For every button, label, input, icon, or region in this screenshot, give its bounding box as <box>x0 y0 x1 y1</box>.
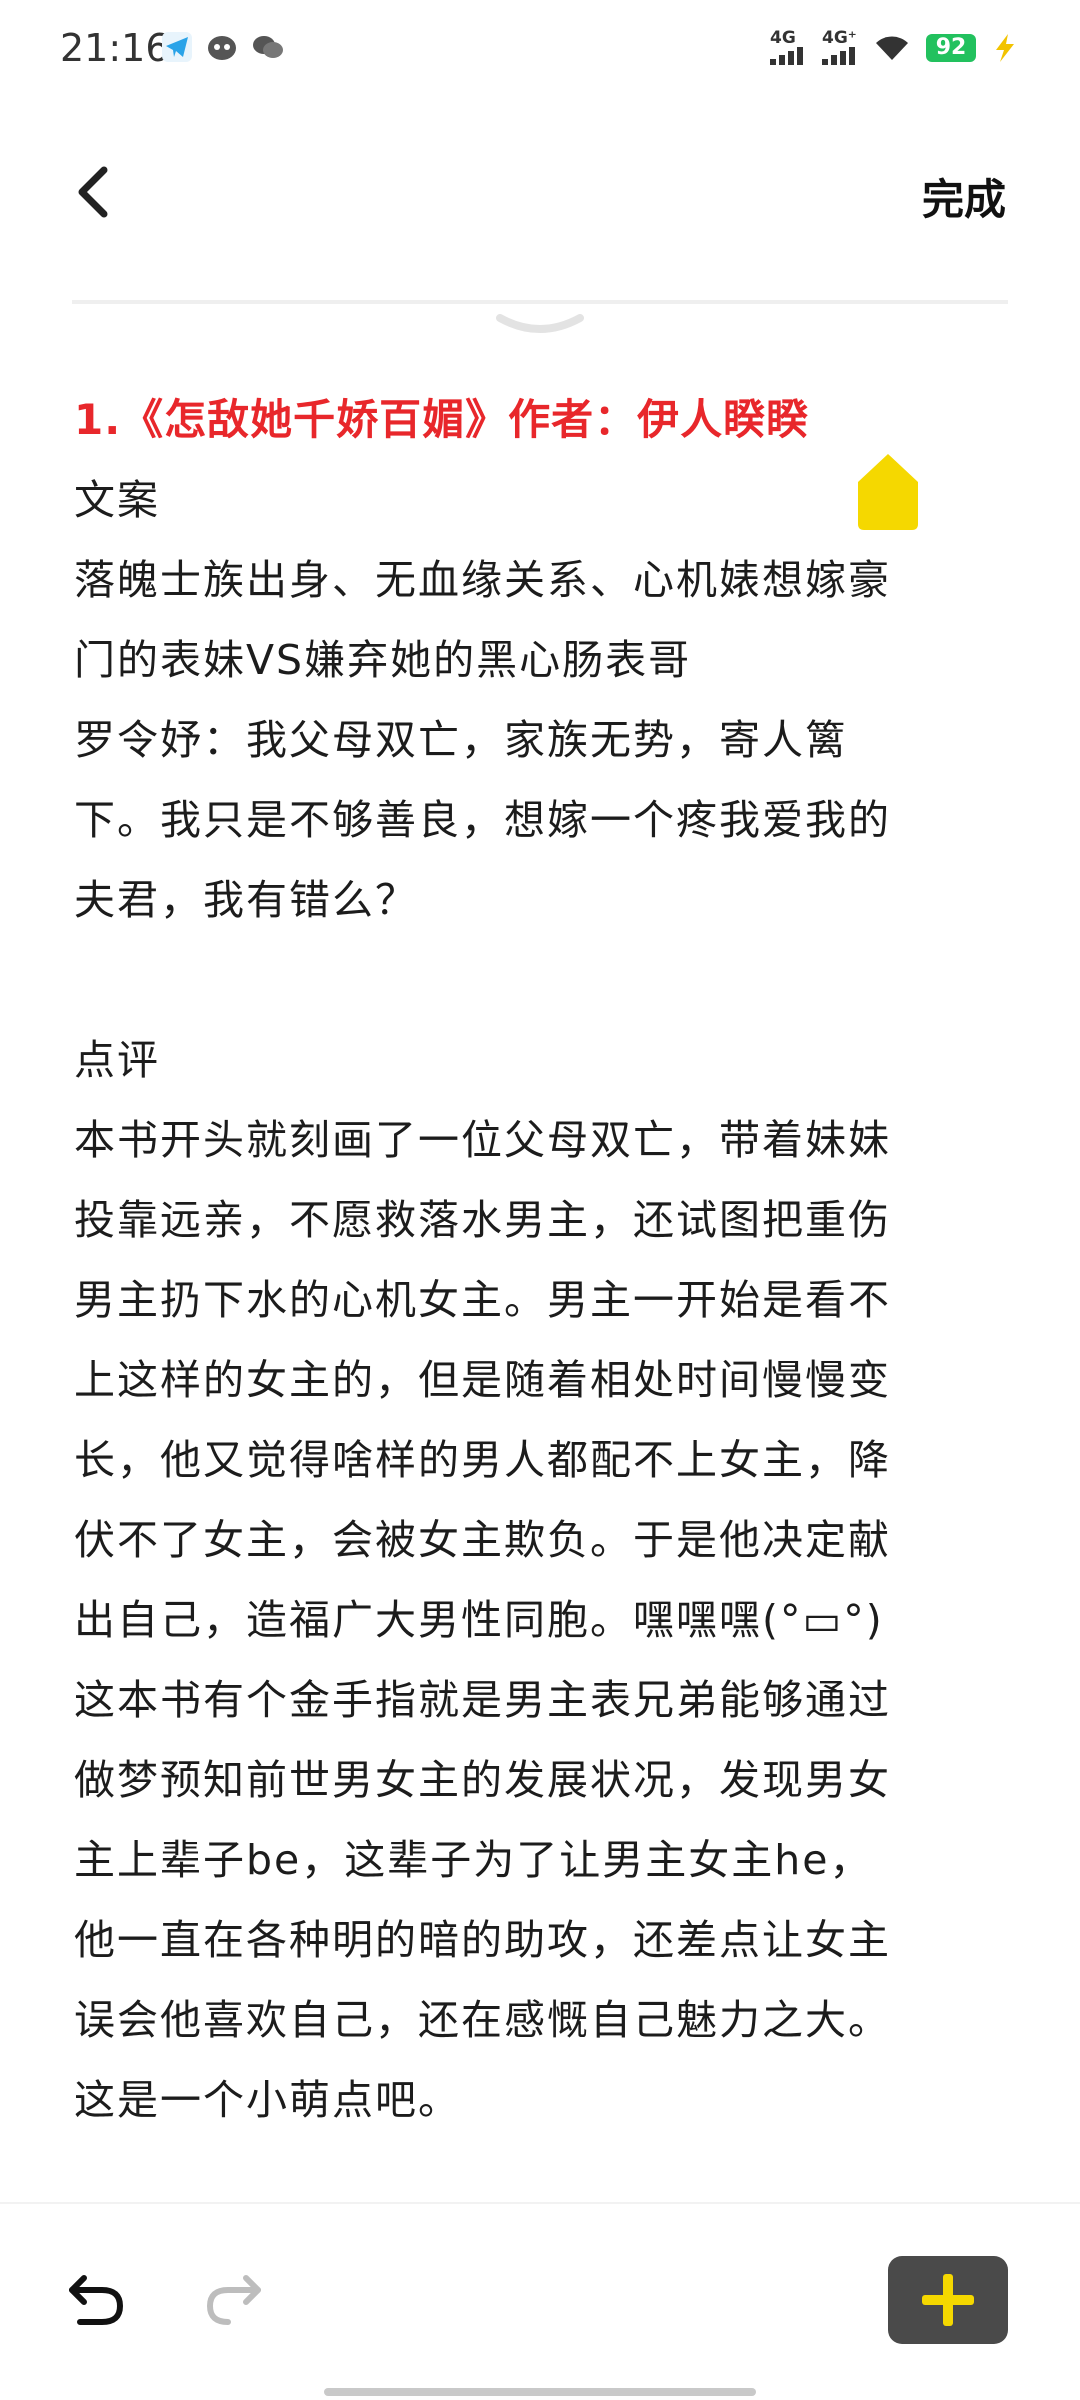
note-line[interactable]: 主上辈子be，这辈子为了让男主女主he， <box>74 1820 1014 1900</box>
note-line[interactable]: 出自己，造福广大男性同胞。嘿嘿嘿(°▭°) <box>74 1580 1014 1660</box>
note-line[interactable]: 罗令妤：我父母双亡，家族无势，寄人篱 <box>74 700 1014 780</box>
signal-icon: 4G⁺ <box>822 30 858 65</box>
cursor-handle-icon[interactable] <box>856 452 920 532</box>
note-line[interactable]: 做梦预知前世男女主的发展状况，发现男女 <box>74 1740 1014 1820</box>
header-bar: 完成 <box>0 140 1080 250</box>
wifi-icon <box>876 36 908 60</box>
home-indicator[interactable] <box>324 2388 756 2396</box>
signal-icon: 4G <box>770 30 806 65</box>
note-line[interactable]: 伏不了女主，会被女主欺负。于是他决定献 <box>74 1500 1014 1580</box>
chevron-left-icon[interactable] <box>68 162 118 222</box>
add-button[interactable] <box>888 2256 1008 2344</box>
note-line[interactable]: 门的表妹VS嫌弃她的黑心肠表哥 <box>74 620 1014 700</box>
status-system-icons: 4G 4G⁺ 92 <box>770 30 1018 65</box>
note-line[interactable]: 下。我只是不够善良，想嫁一个疼我爱我的 <box>74 780 1014 860</box>
note-line[interactable]: 上这样的女主的，但是随着相处时间慢慢变 <box>74 1340 1014 1420</box>
done-button[interactable]: 完成 <box>922 166 1006 227</box>
toolbar-divider <box>0 2202 1080 2204</box>
status-time: 21:16 <box>60 26 170 70</box>
wechat-icon <box>253 36 283 58</box>
status-bar: 21:16 4G 4G⁺ 92 <box>0 0 1080 100</box>
note-line[interactable]: 长，他又觉得啥样的男人都配不上女主，降 <box>74 1420 1014 1500</box>
note-line[interactable]: 他一直在各种明的暗的助攻，还差点让女主 <box>74 1900 1014 1980</box>
undo-icon[interactable] <box>66 2266 128 2328</box>
charging-icon <box>996 33 1014 62</box>
note-line[interactable]: 男主扔下水的心机女主。男主一开始是看不 <box>74 1260 1014 1340</box>
redo-icon[interactable] <box>202 2266 264 2328</box>
divider <box>72 300 1008 304</box>
telegram-icon <box>162 32 192 62</box>
note-line[interactable]: 落魄士族出身、无血缘关系、心机婊想嫁豪 <box>74 540 1014 620</box>
note-line[interactable] <box>74 940 1014 1020</box>
note-title[interactable]: 1.《怎敌她千娇百媚》作者：伊人睽睽 <box>74 380 1014 460</box>
note-line[interactable]: 夫君，我有错么？ <box>74 860 1014 940</box>
note-line[interactable]: 投靠远亲，不愿救落水男主，还试图把重伤 <box>74 1180 1014 1260</box>
note-line[interactable]: 这是一个小萌点吧。 <box>74 2060 1014 2140</box>
note-line[interactable]: 这本书有个金手指就是男主表兄弟能够通过 <box>74 1660 1014 1740</box>
collapse-handle-icon[interactable] <box>492 312 588 342</box>
status-app-icons <box>162 32 284 62</box>
note-line[interactable]: 点评 <box>74 1020 1014 1100</box>
plus-icon <box>922 2274 974 2326</box>
note-line[interactable]: 本书开头就刻画了一位父母双亡，带着妹妹 <box>74 1100 1014 1180</box>
battery-icon: 92 <box>926 33 976 62</box>
note-line[interactable]: 误会他喜欢自己，还在感慨自己魅力之大。 <box>74 1980 1014 2060</box>
note-editor[interactable]: 1.《怎敌她千娇百媚》作者：伊人睽睽 文案 落魄士族出身、无血缘关系、心机婊想嫁… <box>74 380 1014 2140</box>
face-app-icon <box>208 36 236 60</box>
